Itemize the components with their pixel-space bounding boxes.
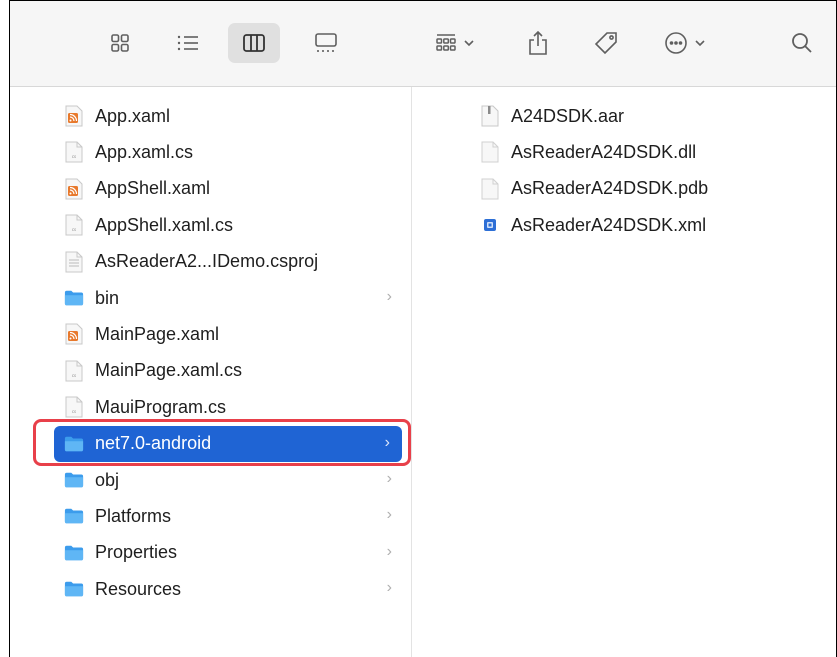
more-icon[interactable] [652, 23, 716, 63]
column1-item[interactable]: Resources › [34, 571, 406, 607]
column2-item[interactable]: AsReaderA24DSDK.dll [412, 134, 836, 170]
svg-text:cs: cs [72, 409, 76, 414]
column1-item-label: App.xaml.cs [95, 141, 194, 162]
column1-item[interactable]: net7.0-android › [54, 425, 402, 462]
column1-item-label: App.xaml [95, 105, 171, 126]
blank-file-icon [480, 141, 500, 163]
column-net7-android: A24DSDK.aar AsReaderA24DSDK.dll AsReaderA2… [412, 87, 836, 657]
column1-item[interactable]: obj › [34, 462, 406, 498]
folder-icon [64, 542, 84, 564]
svg-text:cs: cs [72, 373, 76, 378]
column1-item-label: AsReaderA2...IDemo.csproj [95, 251, 319, 272]
finder-window: App.xaml cs App.xaml.cs AppShell.xaml cs AppS… [9, 0, 837, 657]
folder-icon [64, 287, 84, 309]
column1-item-label: MauiProgram.cs [95, 396, 227, 417]
column1-item[interactable]: App.xaml [34, 98, 406, 134]
folder-icon [64, 578, 84, 600]
column1-item-label: Properties [95, 542, 178, 563]
column-project-files: App.xaml cs App.xaml.cs AppShell.xaml cs AppS… [34, 87, 412, 657]
column1-item[interactable]: Platforms › [34, 498, 406, 534]
svg-text:cs: cs [72, 154, 76, 159]
folder-icon [64, 433, 84, 455]
tag-icon[interactable] [584, 23, 628, 63]
column-view-icon[interactable] [228, 23, 280, 63]
cs-file-icon: cs [64, 396, 84, 418]
cs-file-icon: cs [64, 141, 84, 163]
share-icon[interactable] [518, 23, 558, 63]
search-icon[interactable] [782, 23, 822, 63]
column1-item[interactable]: Properties › [34, 535, 406, 571]
group-icon[interactable] [424, 23, 484, 63]
column1-item[interactable]: cs App.xaml.cs [34, 134, 406, 170]
column2-item[interactable]: AsReaderA24DSDK.xml [412, 207, 836, 243]
column1-item[interactable]: AsReaderA2...IDemo.csproj [34, 244, 406, 280]
rss-file-icon [64, 323, 84, 345]
chevron-right-icon: › [384, 433, 390, 451]
rss-file-icon [64, 178, 84, 200]
aar-file-icon [480, 105, 500, 127]
column2-item[interactable]: AsReaderA24DSDK.pdb [412, 171, 836, 207]
chevron-right-icon: › [386, 579, 392, 597]
column2-item-label: AsReaderA24DSDK.xml [511, 214, 707, 235]
column1-item[interactable]: AppShell.xaml [34, 171, 406, 207]
column1-item[interactable]: cs MauiProgram.cs [34, 389, 406, 425]
column1-item[interactable]: bin › [34, 280, 406, 316]
folder-icon [64, 469, 84, 491]
rss-file-icon [64, 105, 84, 127]
blank-file-icon [480, 178, 500, 200]
csproj-file-icon [64, 251, 84, 273]
column1-item-label: MainPage.xaml.cs [95, 360, 243, 381]
chevron-right-icon: › [386, 470, 392, 487]
gallery-view-icon[interactable] [306, 23, 346, 63]
column2-item-label: A24DSDK.aar [511, 105, 625, 126]
column1-item-label: AppShell.xaml [95, 178, 211, 199]
column1-item[interactable]: cs MainPage.xaml.cs [34, 353, 406, 389]
folder-icon [64, 505, 84, 527]
column1-item-label: Platforms [95, 505, 172, 526]
column1-item-label: bin [95, 287, 120, 308]
column1-item[interactable]: MainPage.xaml [34, 316, 406, 352]
chevron-right-icon: › [386, 542, 392, 560]
chevron-right-icon: › [386, 506, 392, 524]
column1-item-label: MainPage.xaml [95, 323, 220, 344]
icon-view-icon[interactable] [100, 23, 140, 63]
toolbar [10, 1, 836, 87]
svg-text:cs: cs [72, 227, 76, 232]
column2-item-label: AsReaderA24DSDK.dll [511, 141, 697, 162]
chevron-right-icon: › [386, 288, 392, 305]
column1-item[interactable]: cs AppShell.xaml.cs [34, 207, 406, 243]
column2-item-label: AsReaderA24DSDK.pdb [511, 178, 709, 199]
column1-item-label: net7.0-android [95, 433, 212, 454]
xml-file-icon [480, 214, 500, 236]
column2-item[interactable]: A24DSDK.aar [412, 98, 836, 134]
list-view-icon[interactable] [168, 23, 208, 63]
cs-file-icon: cs [64, 214, 84, 236]
column1-item-label: Resources [95, 578, 182, 599]
cs-file-icon: cs [64, 360, 84, 382]
column1-item-label: AppShell.xaml.cs [95, 214, 234, 235]
column1-item-label: obj [95, 469, 120, 490]
